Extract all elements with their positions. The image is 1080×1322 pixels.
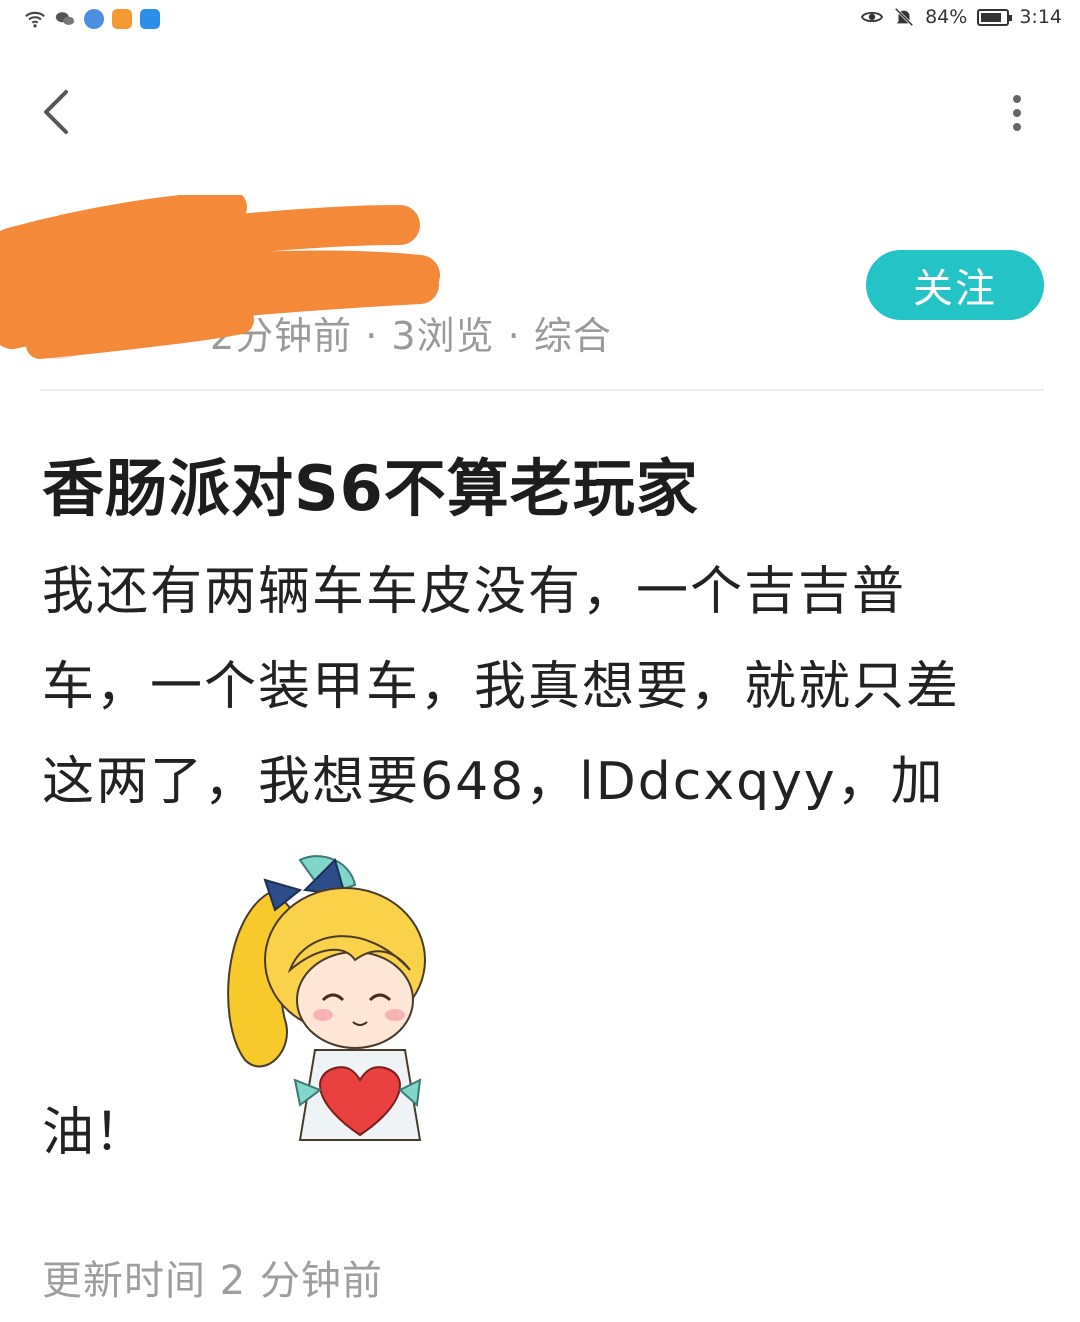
post-body-line: 车，一个装甲车，我真想要，就就只差: [42, 657, 961, 717]
post-body-line: 这两了，我想要648，lDdcxqyy，加: [42, 752, 945, 812]
follow-button[interactable]: 关注: [866, 250, 1044, 320]
clock: 3:14: [1019, 6, 1062, 28]
wifi-icon: [25, 11, 45, 28]
status-bar: 84% 3:14: [0, 0, 1080, 40]
post-title: 香肠派对S6不算老玩家: [42, 452, 699, 525]
eye-icon: [861, 11, 884, 23]
divider: [40, 389, 1044, 391]
more-vertical-icon: [1013, 95, 1021, 131]
post-body-line: 油！: [42, 1103, 147, 1163]
wechat-icon: [55, 12, 75, 25]
more-options-button[interactable]: [994, 90, 1040, 136]
battery-fill: [981, 12, 1002, 22]
post-body-line: 我还有两辆车车皮没有，一个吉吉普: [42, 562, 907, 622]
nav-app-icon: [140, 9, 160, 29]
back-button[interactable]: [34, 84, 84, 140]
post-body: 我还有两辆车车皮没有，一个吉吉普 车，一个装甲车，我真想要，就就只差 这两了，我…: [42, 545, 1052, 830]
anime-girl-heart-sticker: [227, 855, 426, 1141]
battery-icon: [977, 8, 1013, 26]
bell-off-icon: [894, 7, 914, 27]
post-meta: 2分钟前 · 3浏览 · 综合: [210, 314, 612, 358]
video-app-icon: [112, 9, 132, 29]
status-right-icons: 84% 3:14: [861, 6, 1062, 28]
avatar[interactable]: [6, 255, 110, 359]
status-left-icons: [24, 8, 160, 30]
chevron-left-icon: [44, 90, 68, 134]
battery-percent: 84%: [925, 6, 968, 28]
browser-icon: [84, 9, 104, 29]
updated-time: 更新时间 2 分钟前: [42, 1258, 383, 1304]
